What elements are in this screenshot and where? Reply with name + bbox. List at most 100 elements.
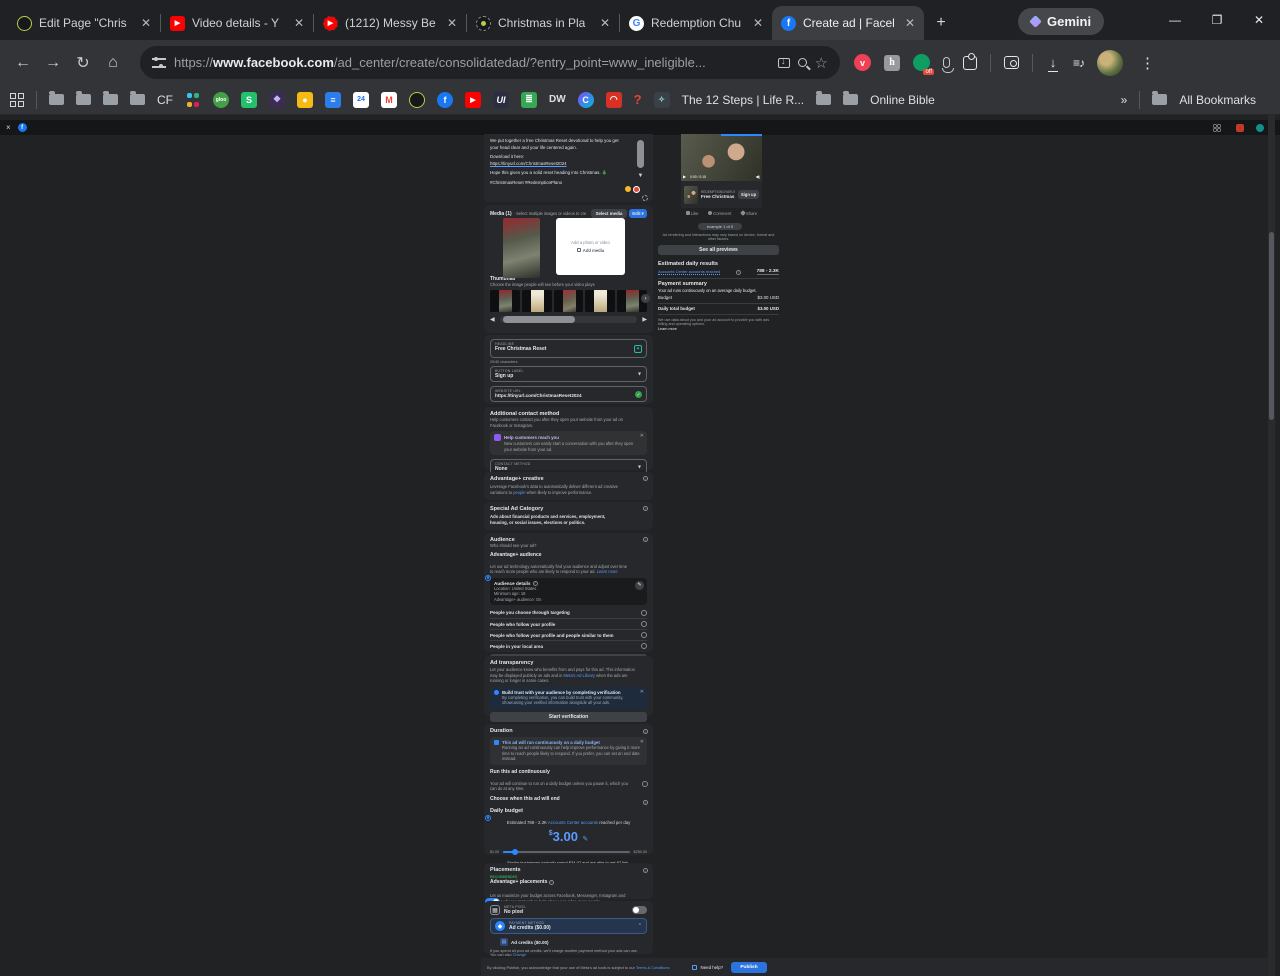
h-extension-icon[interactable]: h xyxy=(884,55,900,71)
people-link[interactable]: people xyxy=(513,490,525,495)
learn-more-link[interactable]: Learn more xyxy=(597,569,618,574)
audience-option-radio[interactable] xyxy=(641,621,647,627)
website-url-field[interactable]: Website URL https://tinyurl.com/Christma… xyxy=(490,386,647,402)
tab-edit-page[interactable]: Edit Page "Chris ✕ xyxy=(8,6,160,40)
signup-button[interactable]: Sign up xyxy=(738,190,759,199)
info-icon[interactable]: i xyxy=(643,476,648,481)
question-bookmark-icon[interactable]: ? xyxy=(634,92,642,107)
home-icon[interactable]: ⌂ xyxy=(98,54,128,72)
edit-media-button[interactable]: Edit▾ xyxy=(629,209,647,218)
video-thumbnail[interactable] xyxy=(503,218,540,278)
headline-field[interactable]: Headline Free Christmas Reset ✦ xyxy=(490,339,647,358)
adblock-off-icon[interactable] xyxy=(913,54,930,71)
add-media-link[interactable]: Add media xyxy=(577,248,604,253)
microphone-icon[interactable] xyxy=(943,57,950,68)
tab-close-icon[interactable]: ✕ xyxy=(905,16,915,30)
tab-close-icon[interactable]: ✕ xyxy=(600,16,610,30)
slider-knob[interactable] xyxy=(512,849,518,855)
bookmark-folder-icon[interactable] xyxy=(103,94,118,105)
regenerate-icon[interactable] xyxy=(642,195,648,201)
info-icon[interactable]: i xyxy=(643,800,648,805)
bookmark-all-bookmarks[interactable]: All Bookmarks xyxy=(1179,93,1256,107)
ad-preview-video[interactable]: ▶ 0:00 / 0:15 ◀) xyxy=(681,134,762,181)
bookmark-star-icon[interactable]: ☆ xyxy=(815,54,828,72)
page-scrollbar[interactable] xyxy=(1268,115,1275,976)
scroll-down-icon[interactable]: ▼ xyxy=(638,173,644,179)
apps-grid-icon[interactable] xyxy=(10,93,24,107)
edit-budget-pencil-icon[interactable]: ✎ xyxy=(582,836,588,843)
choose-end-radio[interactable] xyxy=(642,781,648,787)
info-icon[interactable]: i xyxy=(533,581,538,586)
bookmark-cf[interactable]: CF xyxy=(157,93,173,107)
audience-option-row[interactable]: People who follow your profile and peopl… xyxy=(490,629,647,640)
comment-button[interactable]: Comment xyxy=(708,211,731,216)
audience-option-row[interactable]: People you choose through targeting xyxy=(490,607,647,618)
button-label-field[interactable]: Button label Sign up ▾ xyxy=(490,366,647,382)
tab-close-icon[interactable]: ✕ xyxy=(294,16,304,30)
composer-scrollbar-thumb[interactable] xyxy=(637,140,644,168)
bookmark-online-bible[interactable]: Online Bible xyxy=(870,93,935,107)
s-bookmark-icon[interactable]: S xyxy=(241,92,257,108)
thumbnail-next-icon[interactable]: › xyxy=(641,294,650,303)
docs-bookmark-icon[interactable]: ≡ xyxy=(325,92,341,108)
tab-redemption[interactable]: G Redemption Chu ✕ xyxy=(620,6,772,40)
tab-video-details[interactable]: ▶ Video details - Y ✕ xyxy=(161,6,313,40)
change-link[interactable]: Change xyxy=(513,953,526,957)
url-text[interactable]: https://www.facebook.com/ad_center/creat… xyxy=(174,55,770,70)
choose-end-option[interactable]: Choose when this ad will end xyxy=(490,796,647,802)
browser-menu-icon[interactable]: ⋮ xyxy=(1140,54,1155,72)
thumbnail-option[interactable] xyxy=(585,290,615,312)
pixel-row[interactable]: ▦ META PIXEL No pixel xyxy=(490,905,647,915)
see-all-previews-button[interactable]: See all previews xyxy=(658,245,779,255)
like-button[interactable]: Like xyxy=(686,211,699,216)
audience-option-radio[interactable] xyxy=(641,643,647,649)
thumbnail-option[interactable] xyxy=(554,290,584,312)
profile-avatar[interactable] xyxy=(1097,50,1123,76)
run-continuously-option[interactable]: Run this ad continuously xyxy=(490,769,647,775)
bookmark-dw[interactable]: DW xyxy=(549,94,566,105)
audience-option-row[interactable]: People who follow your profile xyxy=(490,618,647,629)
reload-icon[interactable]: ↻ xyxy=(68,53,98,73)
budget-slider[interactable] xyxy=(503,851,629,853)
calendar-bookmark-icon[interactable]: 24 xyxy=(353,92,369,108)
volume-icon[interactable]: ◀) xyxy=(756,174,760,179)
close-icon[interactable]: ✕ xyxy=(640,433,644,439)
audience-option-radio[interactable] xyxy=(641,632,647,638)
facebook-logo-icon[interactable]: f xyxy=(18,123,27,132)
accounts-center-link[interactable]: Accounts Center accounts xyxy=(548,820,598,825)
side-panel-search-icon[interactable] xyxy=(1004,56,1019,69)
tab-messy[interactable]: ▶ (1212) Messy Be ✕ xyxy=(314,6,466,40)
bookmark-folder-icon[interactable] xyxy=(76,94,91,105)
list-bookmark-icon[interactable]: ≣ xyxy=(521,92,537,108)
tab-close-icon[interactable]: ✕ xyxy=(447,16,457,30)
chevron-up-icon[interactable]: ⌃ xyxy=(638,923,642,929)
tab-close-icon[interactable]: ✕ xyxy=(141,16,151,30)
thumbnail-option[interactable] xyxy=(522,290,552,312)
budget-amount[interactable]: $3.00 ✎ xyxy=(490,828,647,846)
site-settings-icon[interactable] xyxy=(152,58,166,68)
ui-bookmark-icon[interactable]: UI xyxy=(493,92,509,108)
close-button[interactable]: ✕ xyxy=(1238,0,1280,40)
thumbnail-scrollbar[interactable] xyxy=(500,316,638,323)
info-icon[interactable]: i xyxy=(643,537,648,542)
info-icon[interactable]: i xyxy=(643,506,648,511)
thumbnail-option[interactable] xyxy=(490,290,520,312)
new-tab-button[interactable]: + xyxy=(928,10,954,36)
payment-method-row[interactable]: ◆ PAYMENT METHOD Ad credits ($0.00) ⌃ xyxy=(490,918,647,934)
ad-credits-row[interactable]: ▤ Ad credits ($0.00) xyxy=(500,938,647,946)
select-media-button[interactable]: Select media xyxy=(591,209,627,218)
edit-pencil-icon[interactable]: ✎ xyxy=(635,581,644,590)
bookmark-folder-icon[interactable] xyxy=(816,94,831,105)
scroll-left-icon[interactable]: ◀ xyxy=(490,316,495,323)
ad-library-link[interactable]: Meta's Ad Library xyxy=(564,673,596,678)
composer-scrollbar[interactable]: ▼ xyxy=(637,137,644,181)
share-button[interactable]: Share xyxy=(741,211,757,216)
reach-label-link[interactable]: Accounts Center accounts reached xyxy=(658,269,720,275)
playlist-icon[interactable]: ≡♪ xyxy=(1073,56,1084,70)
extensions-puzzle-icon[interactable] xyxy=(963,56,977,70)
learn-more-link[interactable]: Learn more xyxy=(658,327,779,331)
ad-primary-text[interactable]: We put together a free Christmas Reset d… xyxy=(490,138,628,187)
audience-option-row[interactable]: People in your local area xyxy=(490,640,647,651)
ai-suggest-icon[interactable]: ✦ xyxy=(634,345,642,353)
add-media-dropzone[interactable]: Add a photo or video Add media xyxy=(556,218,625,275)
